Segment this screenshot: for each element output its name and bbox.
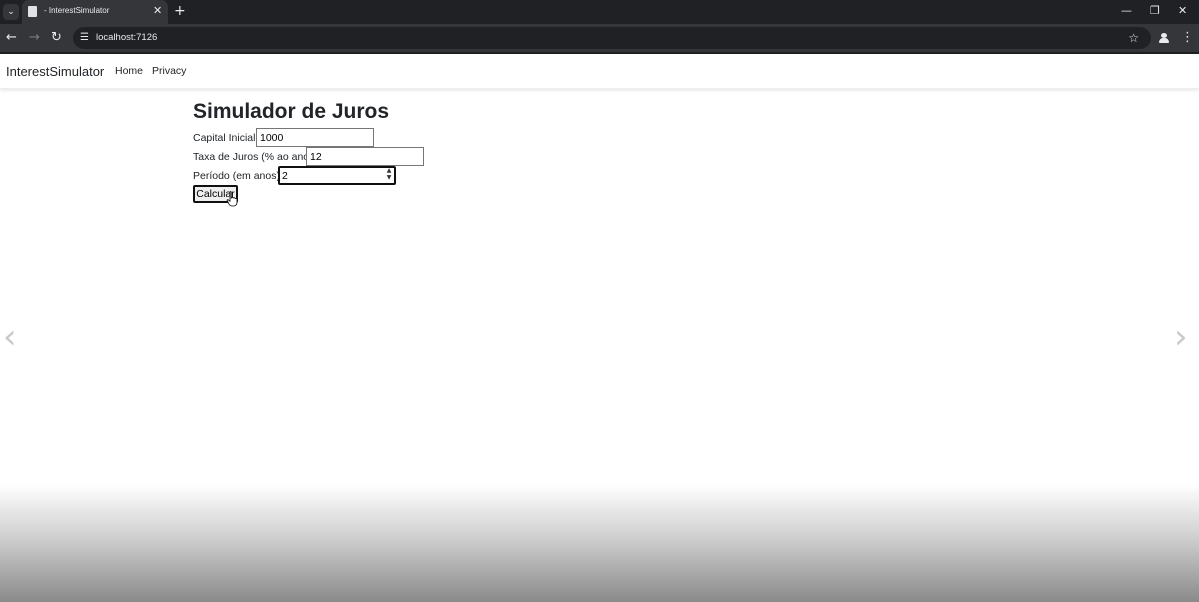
site-brand-link[interactable]: InterestSimulator xyxy=(6,64,104,79)
spinner-arrows[interactable]: ▲ ▼ xyxy=(385,167,393,181)
bookmark-star-icon[interactable]: ☆ xyxy=(1128,30,1139,46)
rate-label: Taxa de Juros (% ao ano): xyxy=(193,151,316,163)
spinner-down-icon[interactable]: ▼ xyxy=(385,174,393,181)
nav-link-privacy[interactable]: Privacy xyxy=(152,65,186,77)
capital-input[interactable] xyxy=(256,128,374,147)
carousel-next-arrow[interactable]: › xyxy=(1174,319,1188,355)
browser-tab[interactable]: - InterestSimulator ✕ xyxy=(22,0,168,24)
capital-label: Capital Inicial: xyxy=(193,132,259,144)
url-text[interactable]: localhost:7126 xyxy=(96,32,157,43)
profile-icon[interactable] xyxy=(1159,33,1169,43)
reload-button[interactable]: ↻ xyxy=(51,30,62,46)
hand-pointer-icon xyxy=(226,191,238,207)
bottom-fade-overlay xyxy=(0,484,1199,602)
page-title: Simulador de Juros xyxy=(193,100,390,123)
tab-title: - InterestSimulator xyxy=(44,6,110,15)
page-viewport: InterestSimulator Home Privacy Simulador… xyxy=(0,54,1199,602)
nav-link-home[interactable]: Home xyxy=(115,65,143,77)
period-input[interactable] xyxy=(278,166,396,185)
browser-menu-icon[interactable]: ⋮ xyxy=(1181,30,1194,46)
spinner-up-icon[interactable]: ▲ xyxy=(385,167,393,174)
site-info-icon[interactable]: ☰ xyxy=(80,31,89,45)
restore-button[interactable]: ❐ xyxy=(1150,4,1160,18)
period-stepper[interactable]: ▲ ▼ xyxy=(278,166,396,185)
address-bar[interactable]: ☰ localhost:7126 ☆ xyxy=(73,27,1151,49)
tab-search-button[interactable]: ⌄ xyxy=(3,4,19,20)
profile-body-shape xyxy=(1159,38,1169,43)
back-button[interactable]: ← xyxy=(6,30,17,46)
new-tab-button[interactable]: + xyxy=(174,3,186,19)
browser-toolbar: ← → ↻ ☰ localhost:7126 ☆ xyxy=(0,24,1199,52)
browser-tab-strip: ⌄ - InterestSimulator ✕ + — ❐ ✕ xyxy=(0,0,1199,24)
close-icon[interactable]: ✕ xyxy=(153,4,162,18)
forward-button[interactable]: → xyxy=(29,30,40,46)
page-icon xyxy=(28,6,37,17)
carousel-prev-arrow[interactable]: ‹ xyxy=(3,319,17,355)
site-navbar: InterestSimulator Home Privacy xyxy=(0,54,1199,89)
period-label: Período (em anos): xyxy=(193,170,283,182)
rate-input[interactable] xyxy=(306,147,424,166)
minimize-button[interactable]: — xyxy=(1121,4,1132,18)
window-close-button[interactable]: ✕ xyxy=(1178,4,1187,18)
